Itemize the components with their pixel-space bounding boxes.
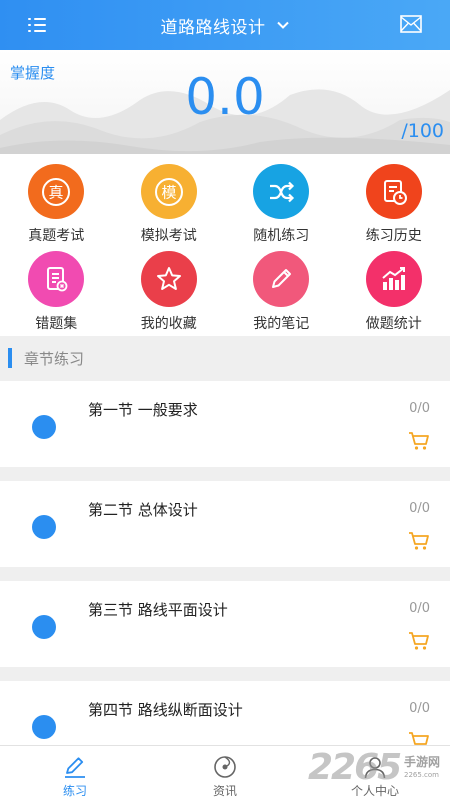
practice-history-label: 练习历史 — [365, 228, 422, 244]
cart-icon[interactable] — [408, 431, 430, 451]
mail-icon[interactable] — [400, 15, 422, 33]
random-practice-button[interactable]: 随机练习 — [225, 154, 338, 245]
notes-label: 我的笔记 — [253, 316, 310, 332]
nav-profile-label: 个人中心 — [350, 784, 399, 798]
real-exam-label: 真题考试 — [28, 228, 85, 244]
nav-news-label: 资讯 — [212, 784, 237, 798]
chapter-dot-icon — [32, 715, 56, 739]
subject-selector[interactable]: 道路路线设计 — [161, 13, 290, 38]
wrong-questions-icon — [28, 251, 85, 307]
chapter-count: 0/0 — [409, 401, 430, 416]
chapter-name: 第四节 路线纵断面设计 — [88, 701, 243, 719]
chevron-down-icon — [276, 21, 289, 29]
shuffle-icon — [253, 164, 310, 219]
chapter-item[interactable]: 第二节 总体设计 0/0 — [0, 481, 450, 567]
chapter-name: 第三节 路线平面设计 — [88, 601, 228, 619]
chapter-dot-icon — [32, 515, 56, 539]
practice-history-button[interactable]: 练习历史 — [338, 154, 450, 245]
favorites-button[interactable]: 我的收藏 — [113, 245, 226, 336]
wrong-questions-button[interactable]: 错题集 — [0, 245, 113, 336]
cart-icon[interactable] — [408, 631, 430, 651]
statistics-button[interactable]: 做题统计 — [338, 245, 450, 336]
history-icon — [365, 164, 422, 219]
practice-pencil-icon — [65, 757, 85, 778]
chapter-count: 0/0 — [409, 501, 430, 516]
nav-practice[interactable]: 练习 — [0, 746, 150, 800]
chapter-item[interactable]: 第三节 路线平面设计 0/0 — [0, 581, 450, 667]
real-exam-glyph: 真 — [49, 183, 64, 201]
star-icon — [140, 251, 197, 307]
chapter-name: 第一节 一般要求 — [88, 401, 198, 419]
wrong-questions-label: 错题集 — [35, 316, 78, 332]
chapter-count: 0/0 — [409, 701, 430, 716]
section-accent-bar — [8, 348, 12, 368]
nav-profile[interactable]: 个人中心 — [300, 746, 450, 800]
favorites-label: 我的收藏 — [140, 316, 197, 332]
real-exam-icon: 真 — [28, 164, 85, 219]
feature-grid: 真 真题考试 模 模拟考试 随机练习 练习历史 错题集 我的收藏 我的笔记 做题… — [0, 154, 450, 336]
list-menu-icon[interactable] — [28, 15, 48, 35]
chapter-item[interactable]: 第一节 一般要求 0/0 — [0, 381, 450, 467]
user-icon — [364, 757, 386, 779]
mock-exam-label: 模拟考试 — [140, 228, 197, 244]
app-header: 道路路线设计 — [0, 0, 450, 50]
random-practice-label: 随机练习 — [253, 228, 310, 244]
stats-chart-icon — [365, 251, 422, 307]
nav-news[interactable]: 资讯 — [150, 746, 300, 800]
real-exam-button[interactable]: 真 真题考试 — [0, 154, 113, 245]
mastery-total: /100 — [401, 120, 444, 142]
pencil-icon — [253, 251, 310, 307]
chapter-name: 第二节 总体设计 — [88, 501, 198, 519]
mastery-score: 0.0 — [185, 68, 265, 126]
chapter-count: 0/0 — [409, 601, 430, 616]
cart-icon[interactable] — [408, 531, 430, 551]
mock-exam-button[interactable]: 模 模拟考试 — [113, 154, 226, 245]
notes-button[interactable]: 我的笔记 — [225, 245, 338, 336]
mock-exam-glyph: 模 — [161, 183, 176, 201]
section-header: 章节练习 — [0, 336, 450, 380]
page-title: 道路路线设计 — [160, 17, 266, 38]
chapter-dot-icon — [32, 415, 56, 439]
nav-practice-label: 练习 — [62, 784, 87, 798]
news-icon — [214, 756, 236, 778]
bottom-navigation: 练习 资讯 个人中心 — [0, 745, 450, 800]
statistics-label: 做题统计 — [365, 316, 422, 332]
mock-exam-icon: 模 — [140, 164, 197, 219]
chapter-dot-icon — [32, 615, 56, 639]
mastery-banner: 掌握度 0.0 /100 — [0, 50, 450, 154]
section-title: 章节练习 — [24, 350, 85, 368]
